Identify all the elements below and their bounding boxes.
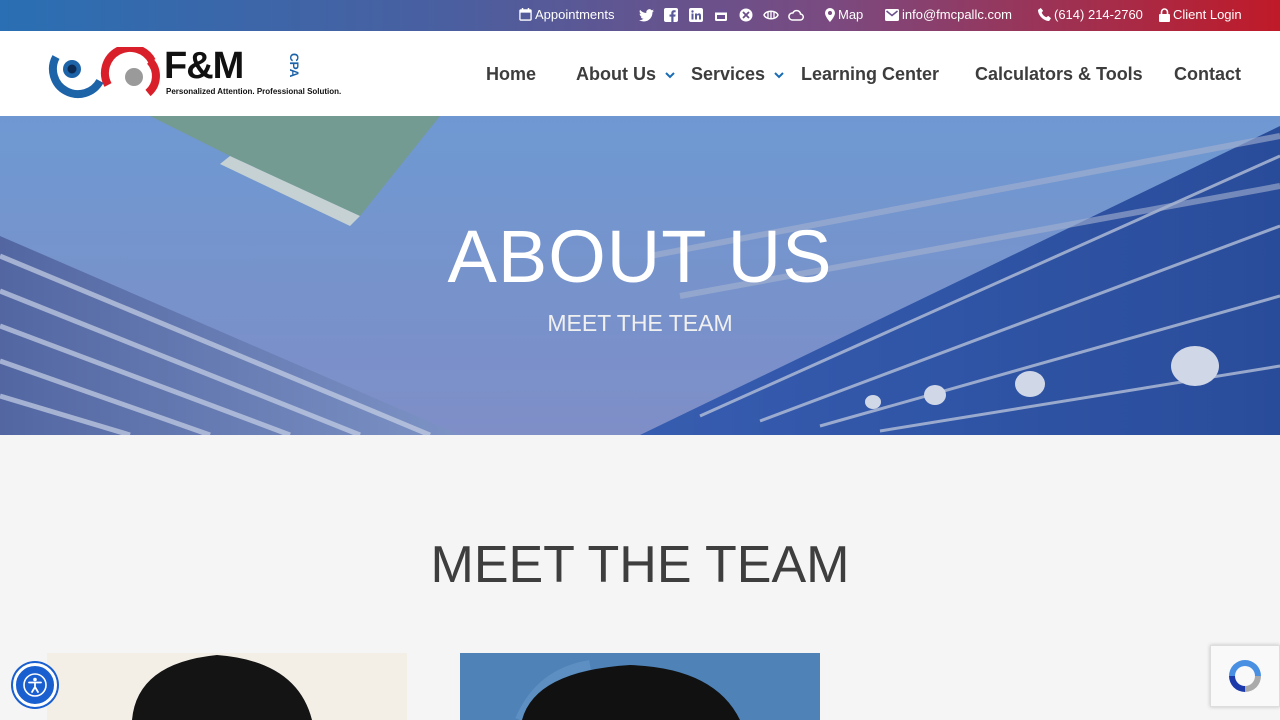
email-link[interactable]: info@fmcpallc.com	[885, 7, 1012, 22]
nav-services-label: Services	[691, 64, 766, 84]
map-pin-icon	[825, 7, 835, 22]
lock-icon	[1159, 7, 1170, 22]
nav-learning-label: Learning Center	[801, 64, 940, 84]
top-bar: Appointments Map info@fmcpallc.com (614)…	[0, 0, 1280, 31]
chevron-down-icon	[665, 71, 675, 78]
nav-home[interactable]: Home	[486, 64, 536, 85]
team-member-photo[interactable]	[460, 653, 820, 720]
hero-banner: ABOUT US MEET THE TEAM	[0, 116, 1280, 435]
nav-about-us[interactable]: About Us	[576, 64, 676, 85]
hero-title: ABOUT US	[447, 215, 833, 298]
section-title: MEET THE TEAM	[430, 536, 850, 594]
map-label: Map	[838, 7, 864, 22]
nav-services[interactable]: Services	[691, 64, 785, 85]
map-link[interactable]: Map	[825, 7, 863, 22]
email-label: info@fmcpallc.com	[902, 7, 1013, 22]
main-nav: Home About Us Services Learning Center C…	[0, 31, 1280, 116]
linkedin-icon[interactable]	[688, 7, 704, 23]
client-login-label: Client Login	[1173, 7, 1242, 22]
site-header: F&M CPA Personalized Attention. Professi…	[0, 31, 1280, 116]
team-member-photo[interactable]	[47, 653, 407, 720]
nav-home-label: Home	[486, 64, 537, 84]
phone-link[interactable]: (614) 214-2760	[1038, 7, 1143, 22]
nav-contact[interactable]: Contact	[1174, 64, 1241, 85]
portrait-image	[132, 655, 312, 720]
manta-icon[interactable]	[763, 7, 779, 23]
calendar-icon	[519, 8, 532, 21]
chevron-down-icon	[774, 71, 784, 78]
accessibility-icon	[23, 673, 47, 697]
appointments-label: Appointments	[535, 7, 615, 22]
google-business-icon[interactable]	[713, 7, 729, 23]
appointments-link[interactable]: Appointments	[519, 7, 615, 22]
nav-about-label: About Us	[576, 64, 656, 84]
portrait-image	[460, 653, 820, 720]
cloud-icon[interactable]	[788, 7, 804, 23]
client-login-link[interactable]: Client Login	[1159, 7, 1242, 22]
facebook-icon[interactable]	[663, 7, 679, 23]
nav-learning-center[interactable]: Learning Center	[801, 64, 939, 85]
nav-calculators[interactable]: Calculators & Tools	[975, 64, 1143, 85]
recaptcha-badge[interactable]	[1210, 645, 1280, 707]
nav-contact-label: Contact	[1174, 64, 1241, 84]
yelp-icon[interactable]	[738, 7, 754, 23]
phone-label: (614) 214-2760	[1054, 7, 1143, 22]
recaptcha-icon	[1229, 660, 1261, 692]
envelope-icon	[885, 8, 899, 21]
twitter-icon[interactable]	[638, 7, 654, 23]
hero-subtitle: MEET THE TEAM	[547, 310, 733, 336]
nav-calculators-label: Calculators & Tools	[975, 64, 1143, 84]
accessibility-button[interactable]	[13, 663, 57, 707]
phone-icon	[1038, 8, 1051, 21]
social-links	[638, 7, 804, 23]
